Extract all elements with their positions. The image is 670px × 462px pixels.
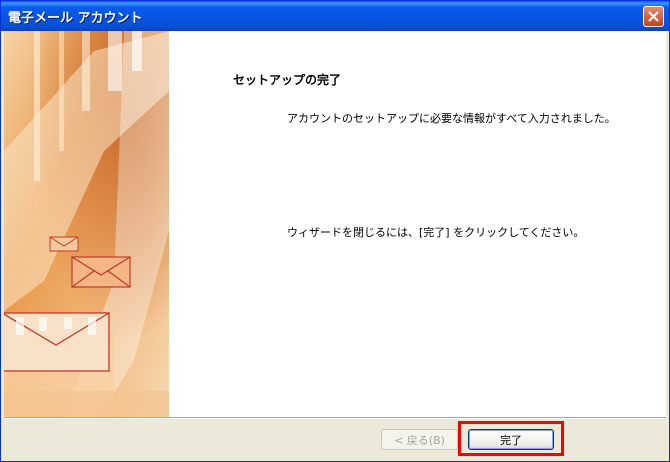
finish-button-highlight <box>458 421 564 456</box>
back-button[interactable]: < 戻る(B) <box>381 429 458 450</box>
close-icon <box>648 11 659 22</box>
envelope-icon-large <box>4 312 110 372</box>
envelope-icon-small <box>49 236 79 252</box>
page-title: セットアップの完了 <box>233 73 342 87</box>
wizard-content: セットアップの完了 アカウントのセットアップに必要な情報がすべて入力されました。… <box>169 31 666 417</box>
title-bar[interactable]: 電子メール アカウント <box>1 1 669 31</box>
envelope-icon-medium <box>71 256 131 288</box>
completion-message: アカウントのセットアップに必要な情報がすべて入力されました。 <box>287 112 616 125</box>
finish-instruction: ウィザードを閉じるには、[完了] をクリックしてください。 <box>287 226 585 239</box>
button-separator <box>4 417 666 419</box>
close-button[interactable] <box>643 6 664 27</box>
email-account-wizard-window: 電子メール アカウント セットアップの完了 アカウントのセットアップに必要な情報… <box>0 0 670 462</box>
window-title: 電子メール アカウント <box>8 11 143 26</box>
wizard-body: セットアップの完了 アカウントのセットアップに必要な情報がすべて入力されました。… <box>4 31 666 417</box>
wizard-banner-image <box>4 31 169 417</box>
